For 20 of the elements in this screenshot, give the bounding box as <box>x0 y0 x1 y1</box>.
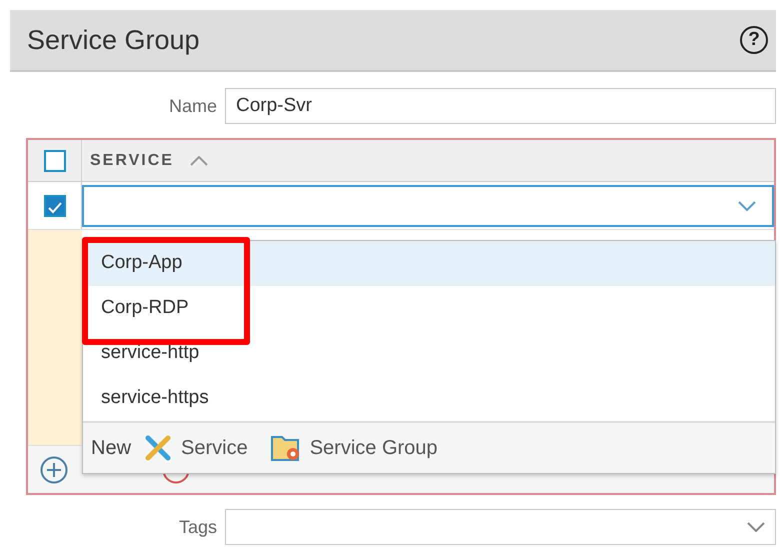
service-select[interactable] <box>82 184 774 226</box>
field-label: Tags <box>178 516 218 539</box>
new-group-button[interactable]: Service Group <box>270 433 438 463</box>
name-field[interactable]: Corp-Svr <box>225 88 776 124</box>
add-icon[interactable] <box>40 456 68 484</box>
chevron-down-icon <box>738 200 756 210</box>
field-label: Name <box>168 94 218 118</box>
dialog-title: Service Group <box>27 24 200 57</box>
new-service-button[interactable]: Service <box>143 433 248 463</box>
help-button[interactable]: ? <box>740 26 768 54</box>
column-header[interactable]: SERVICE <box>82 148 174 172</box>
new-label: New <box>91 436 132 461</box>
dropdown-option[interactable]: service-http <box>83 331 775 376</box>
folder-gear-icon <box>270 433 302 463</box>
chevron-down-icon <box>747 522 765 532</box>
tags-field[interactable] <box>225 509 776 545</box>
checkbox[interactable] <box>44 150 66 172</box>
tools-icon <box>143 433 174 463</box>
checkbox[interactable] <box>44 194 66 216</box>
dropdown-option[interactable]: service-https <box>83 376 775 421</box>
